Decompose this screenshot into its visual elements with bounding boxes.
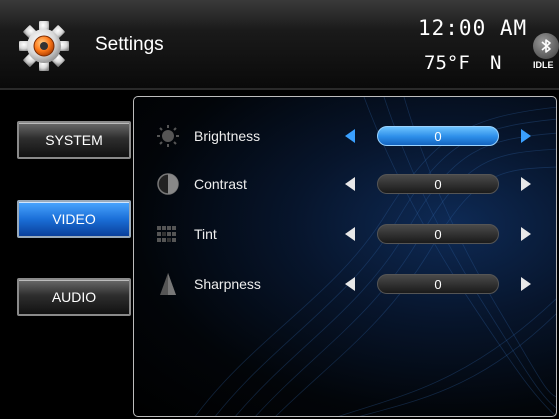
bluetooth-status: IDLE (533, 60, 554, 70)
decrease-arrow[interactable] (345, 177, 355, 191)
decrease-arrow[interactable] (345, 227, 355, 241)
decrease-arrow[interactable] (345, 277, 355, 291)
compass-heading: N (490, 52, 502, 74)
brightness-icon (157, 125, 179, 147)
video-settings-panel: Brightness 0 Contrast 0 Tint 0 Sharpness… (133, 96, 557, 417)
decrease-arrow[interactable] (345, 129, 355, 143)
temperature: 75°F (424, 52, 470, 74)
contrast-slider[interactable]: 0 (377, 174, 499, 194)
gear-icon (19, 21, 69, 71)
setting-label: Contrast (194, 176, 247, 192)
increase-arrow[interactable] (521, 129, 531, 143)
tint-slider[interactable]: 0 (377, 224, 499, 244)
setting-label: Brightness (194, 128, 261, 144)
page-title: Settings (95, 34, 164, 55)
contrast-icon (157, 173, 179, 195)
tint-icon (157, 226, 176, 242)
setting-row-sharpness: Sharpness 0 (134, 269, 556, 299)
sharpness-icon (160, 273, 176, 295)
header-divider (0, 88, 559, 90)
setting-row-tint: Tint 0 (134, 219, 556, 249)
brightness-slider[interactable]: 0 (377, 126, 499, 146)
setting-row-contrast: Contrast 0 (134, 169, 556, 199)
bluetooth-icon[interactable] (533, 33, 559, 59)
increase-arrow[interactable] (521, 177, 531, 191)
sharpness-slider[interactable]: 0 (377, 274, 499, 294)
tab-system[interactable]: SYSTEM (17, 121, 131, 159)
tab-video[interactable]: VIDEO (17, 200, 131, 238)
setting-label: Tint (194, 226, 217, 242)
header-bar: Settings 12:00 AM 75°F N IDLE (0, 0, 559, 88)
increase-arrow[interactable] (521, 227, 531, 241)
increase-arrow[interactable] (521, 277, 531, 291)
tab-audio[interactable]: AUDIO (17, 278, 131, 316)
clock: 12:00 AM (418, 16, 528, 40)
setting-row-brightness: Brightness 0 (134, 121, 556, 151)
setting-label: Sharpness (194, 276, 261, 292)
